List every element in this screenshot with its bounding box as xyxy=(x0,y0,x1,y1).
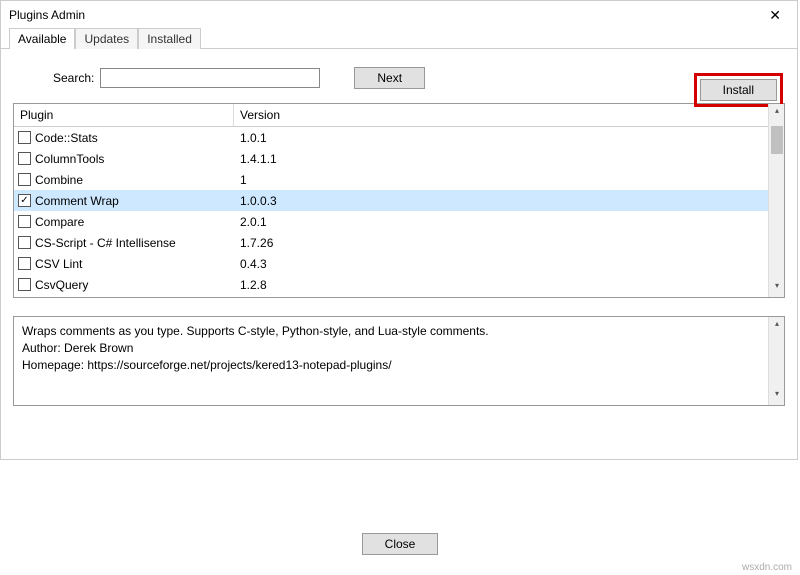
search-input[interactable] xyxy=(100,68,320,88)
tab-installed[interactable]: Installed xyxy=(138,28,201,49)
checkbox[interactable] xyxy=(18,152,31,165)
close-button[interactable]: Close xyxy=(362,533,439,555)
checkbox[interactable]: ✓ xyxy=(18,194,31,207)
plugin-name: ColumnTools xyxy=(35,152,104,166)
description-box: Wraps comments as you type. Supports C-s… xyxy=(13,316,785,406)
scroll-down-icon[interactable]: ▾ xyxy=(771,389,783,403)
search-label: Search: xyxy=(53,71,94,85)
plugin-name: CSV Lint xyxy=(35,257,82,271)
window-title: Plugins Admin xyxy=(9,8,85,22)
checkbox[interactable] xyxy=(18,215,31,228)
search-row: Search: Next xyxy=(53,67,785,89)
table-row[interactable]: ✓ Comment Wrap 1.0.0.3 xyxy=(14,190,768,211)
install-highlight: Install xyxy=(694,73,783,107)
table-row[interactable]: Combine 1 xyxy=(14,169,768,190)
plugin-version: 0.4.3 xyxy=(234,257,768,271)
table-row[interactable]: CsvQuery 1.2.8 xyxy=(14,274,768,295)
tab-content: Search: Next Install Plugin Version Code… xyxy=(1,49,797,418)
grid-header: Plugin Version xyxy=(14,104,768,127)
checkbox[interactable] xyxy=(18,236,31,249)
checkbox[interactable] xyxy=(18,257,31,270)
plugin-version: 1.0.0.3 xyxy=(234,194,768,208)
scrollbar[interactable]: ▴ ▾ xyxy=(768,104,784,297)
checkbox[interactable] xyxy=(18,173,31,186)
scroll-up-icon[interactable]: ▴ xyxy=(771,319,783,333)
checkbox[interactable] xyxy=(18,278,31,291)
plugin-name: Comment Wrap xyxy=(35,194,119,208)
plugin-name: Combine xyxy=(35,173,83,187)
plugins-admin-window: Plugins Admin ✕ Available Updates Instal… xyxy=(0,0,798,460)
table-row[interactable]: Code::Stats 1.0.1 xyxy=(14,127,768,148)
column-plugin[interactable]: Plugin xyxy=(14,104,234,126)
watermark: wsxdn.com xyxy=(742,562,792,573)
table-row[interactable]: CS-Script - C# Intellisense 1.7.26 xyxy=(14,232,768,253)
plugin-name: Compare xyxy=(35,215,84,229)
tab-updates[interactable]: Updates xyxy=(75,28,138,49)
checkbox[interactable] xyxy=(18,131,31,144)
titlebar: Plugins Admin ✕ xyxy=(1,1,797,29)
plugin-name: Code::Stats xyxy=(35,131,98,145)
description-scrollbar[interactable]: ▴ ▾ xyxy=(768,317,784,405)
column-version[interactable]: Version xyxy=(234,104,768,126)
scroll-up-icon[interactable]: ▴ xyxy=(771,106,783,120)
plugin-version: 2.0.1 xyxy=(234,215,768,229)
install-button[interactable]: Install xyxy=(700,79,777,101)
plugin-version: 1.0.1 xyxy=(234,131,768,145)
plugin-name: CsvQuery xyxy=(35,278,88,292)
tabs: Available Updates Installed xyxy=(1,27,797,49)
tab-available[interactable]: Available xyxy=(9,28,75,49)
table-row[interactable]: ColumnTools 1.4.1.1 xyxy=(14,148,768,169)
plugin-name: CS-Script - C# Intellisense xyxy=(35,236,176,250)
table-row[interactable]: CSV Lint 0.4.3 xyxy=(14,253,768,274)
scroll-thumb[interactable] xyxy=(771,126,783,154)
plugin-grid: Plugin Version Code::Stats 1.0.1 ColumnT… xyxy=(13,103,785,298)
close-icon[interactable]: ✕ xyxy=(761,7,789,24)
plugin-version: 1.7.26 xyxy=(234,236,768,250)
plugin-version: 1.4.1.1 xyxy=(234,152,768,166)
bottom-button-row: Close xyxy=(0,533,800,555)
scroll-down-icon[interactable]: ▾ xyxy=(771,281,783,295)
next-button[interactable]: Next xyxy=(354,67,425,89)
description-text: Wraps comments as you type. Supports C-s… xyxy=(14,317,768,405)
plugin-version: 1.2.8 xyxy=(234,278,768,292)
plugin-version: 1 xyxy=(234,173,768,187)
table-row[interactable]: Compare 2.0.1 xyxy=(14,211,768,232)
